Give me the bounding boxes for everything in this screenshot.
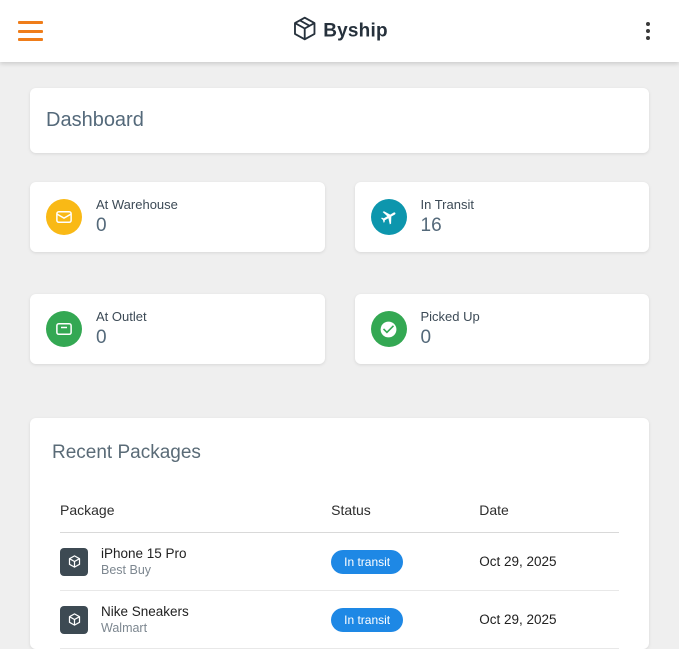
stat-label: At Outlet xyxy=(96,309,147,324)
plane-icon xyxy=(370,199,407,235)
hamburger-menu-button[interactable] xyxy=(18,19,48,43)
page-title: Dashboard xyxy=(46,109,144,131)
status-badge: In transit xyxy=(331,607,404,632)
package-icon xyxy=(60,547,88,576)
stat-card-picked-up: Picked Up 0 xyxy=(354,294,649,364)
stat-value: 0 xyxy=(96,215,107,236)
app-header: Byship xyxy=(0,0,679,62)
package-store: Walmart xyxy=(101,621,148,635)
stat-label: In Transit xyxy=(420,197,474,212)
kebab-menu-button[interactable] xyxy=(635,18,661,44)
check-circle-icon xyxy=(370,311,407,347)
column-header-status: Status xyxy=(331,490,480,533)
box-logo-icon xyxy=(291,16,317,47)
stat-label: Picked Up xyxy=(420,309,480,324)
packages-table: Package Status Date iPhone 15 Pro Best B… xyxy=(30,490,649,649)
stats-grid: At Warehouse 0 In Transit 16 At Outlet 0… xyxy=(30,182,649,364)
package-date: Oct 29, 2025 xyxy=(479,532,619,591)
stat-value: 0 xyxy=(96,327,107,348)
main-content: Dashboard At Warehouse 0 In Transit 16 A… xyxy=(0,62,679,649)
stat-label: At Warehouse xyxy=(96,197,178,212)
status-badge: In transit xyxy=(331,549,404,574)
app-logo: Byship xyxy=(291,16,388,47)
table-row[interactable]: iPhone 15 Pro Best Buy In transit Oct 29… xyxy=(60,532,619,591)
recent-packages-card: Recent Packages Package Status Date iPho… xyxy=(30,418,649,649)
column-header-date: Date xyxy=(479,490,619,533)
package-name: Nike Sneakers xyxy=(101,604,189,619)
kebab-menu-icon xyxy=(646,22,650,26)
table-row[interactable]: Nike Sneakers Walmart In transit Oct 29,… xyxy=(60,590,619,649)
stat-value: 16 xyxy=(420,215,442,236)
package-icon xyxy=(60,605,88,634)
hamburger-icon xyxy=(18,21,43,24)
package-store: Best Buy xyxy=(101,563,152,577)
archive-icon xyxy=(46,311,82,347)
dashboard-card: Dashboard xyxy=(30,88,649,153)
column-header-package: Package xyxy=(60,490,332,533)
stat-card-at-warehouse: At Warehouse 0 xyxy=(30,182,325,252)
section-title: Recent Packages xyxy=(52,442,201,463)
envelope-icon xyxy=(46,199,82,235)
stat-card-at-outlet: At Outlet 0 xyxy=(30,294,325,364)
package-name: iPhone 15 Pro xyxy=(101,546,187,561)
stat-card-in-transit: In Transit 16 xyxy=(354,182,649,252)
package-date: Oct 29, 2025 xyxy=(479,590,619,649)
app-title: Byship xyxy=(323,20,388,41)
stat-value: 0 xyxy=(420,327,432,348)
